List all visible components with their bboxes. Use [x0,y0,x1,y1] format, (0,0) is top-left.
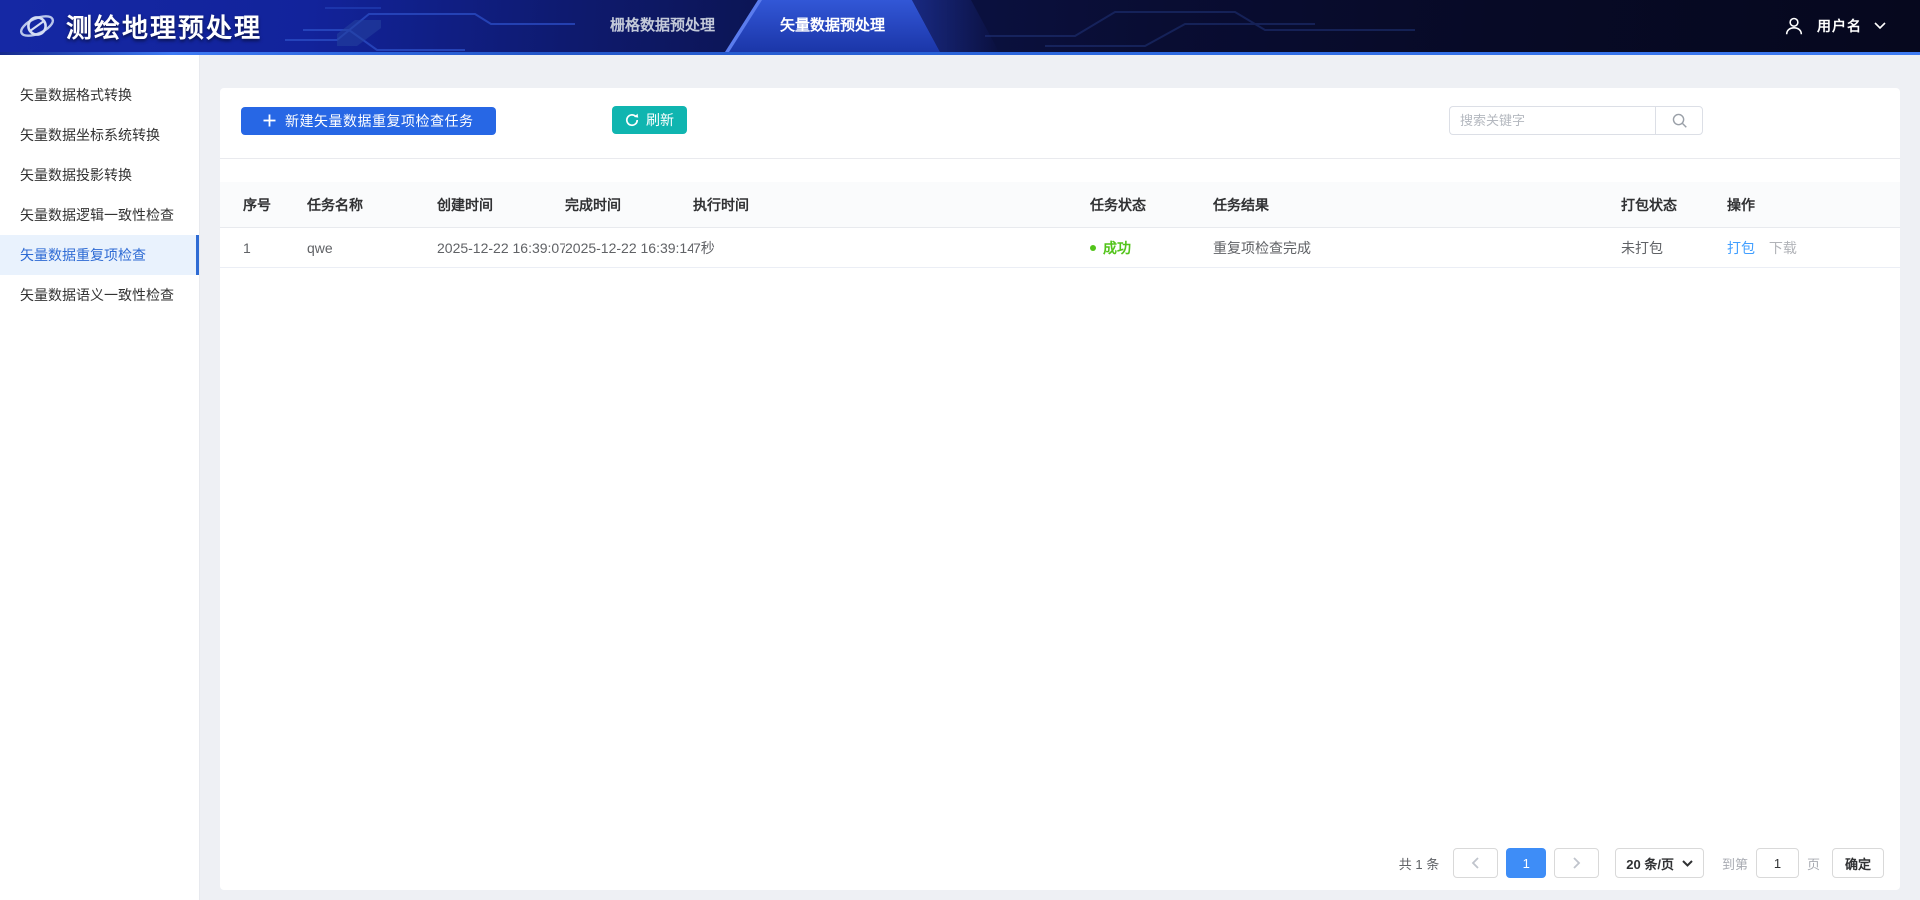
package-link[interactable]: 打包 [1727,240,1755,256]
module-tabs: 栅格数据预处理 矢量数据预处理 [590,0,940,52]
col-task-result: 任务结果 [1213,195,1621,215]
cell-package-status: 未打包 [1621,238,1727,258]
user-name: 用户名 [1817,16,1862,36]
circuit-decoration-right [985,0,1415,52]
tab-vector-preprocess[interactable]: 矢量数据预处理 [725,0,940,52]
cell-actions: 打包 下载 [1727,238,1900,258]
sidebar: 矢量数据格式转换 矢量数据坐标系统转换 矢量数据投影转换 矢量数据逻辑一致性检查… [0,55,200,900]
sidebar-item-coordsys-convert[interactable]: 矢量数据坐标系统转换 [0,115,199,155]
toolbar-divider [220,158,1900,159]
goto-suffix-label: 页 [1807,854,1820,873]
cell-task-status: 成功 [1090,238,1213,258]
main-area: 新建矢量数据重复项检查任务 刷新 [200,55,1920,900]
circuit-decoration-left [285,0,575,52]
col-exec-time: 执行时间 [693,195,1090,215]
app-title: 测绘地理预处理 [66,8,262,45]
col-task-name: 任务名称 [307,195,437,215]
page-size-select[interactable]: 20 条/页 [1615,848,1704,878]
toolbar: 新建矢量数据重复项检查任务 刷新 [220,88,1900,158]
chevron-right-icon [1572,857,1581,869]
cell-task-name: qwe [307,240,437,256]
download-link[interactable]: 下载 [1769,240,1797,256]
col-task-status: 任务状态 [1090,195,1213,215]
goto-prefix-label: 到第 [1722,854,1748,873]
task-table: 序号 任务名称 创建时间 完成时间 执行时间 任务状态 任务结果 打包状态 操作… [220,182,1900,268]
col-package-status: 打包状态 [1621,195,1727,215]
chevron-down-icon [1874,22,1886,30]
col-created-time: 创建时间 [437,195,565,215]
sidebar-item-format-convert[interactable]: 矢量数据格式转换 [0,75,199,115]
content-card: 新建矢量数据重复项检查任务 刷新 [220,88,1900,890]
next-page-button[interactable] [1554,848,1599,878]
user-menu[interactable]: 用户名 [1783,0,1886,52]
pagination: 共 1 条 1 20 条/页 [1399,848,1884,878]
search-icon [1671,112,1688,129]
cell-exec-time: 7秒 [693,238,1090,258]
table-row: 1 qwe 2025-12-22 16:39:07 2025-12-22 16:… [220,228,1900,268]
cell-index: 1 [243,240,307,256]
caret-down-icon [1682,860,1693,867]
sidebar-item-duplicate-check[interactable]: 矢量数据重复项检查 [0,235,199,275]
col-actions: 操作 [1727,195,1900,215]
cell-task-result: 重复项检查完成 [1213,238,1621,258]
confirm-button[interactable]: 确定 [1832,848,1884,878]
refresh-label: 刷新 [646,110,674,130]
cell-created-time: 2025-12-22 16:39:07 [437,240,565,256]
cell-finished-time: 2025-12-22 16:39:14 [565,240,693,256]
active-tab-label: 矢量数据预处理 [780,17,885,34]
sidebar-item-projection-convert[interactable]: 矢量数据投影转换 [0,155,199,195]
table-header-row: 序号 任务名称 创建时间 完成时间 执行时间 任务状态 任务结果 打包状态 操作 [220,182,1900,228]
search-button[interactable] [1655,106,1703,135]
status-badge: 成功 [1103,238,1131,258]
search-group [1449,106,1703,135]
app-logo-icon [18,7,56,45]
plus-icon [263,114,276,127]
col-index: 序号 [243,195,307,215]
sidebar-item-semantic-consistency-check[interactable]: 矢量数据语义一致性检查 [0,275,199,315]
new-task-button[interactable]: 新建矢量数据重复项检查任务 [241,107,496,135]
tab-raster-preprocess[interactable]: 栅格数据预处理 [590,0,735,52]
goto-page-input[interactable] [1756,848,1799,878]
page-size-label: 20 条/页 [1626,854,1674,873]
prev-page-button[interactable] [1453,848,1498,878]
col-finished-time: 完成时间 [565,195,693,215]
total-count: 共 1 条 [1399,854,1439,873]
search-input[interactable] [1449,106,1655,135]
refresh-button[interactable]: 刷新 [612,106,687,134]
sidebar-item-logic-consistency-check[interactable]: 矢量数据逻辑一致性检查 [0,195,199,235]
chevron-left-icon [1471,857,1480,869]
new-task-label: 新建矢量数据重复项检查任务 [285,111,474,131]
refresh-icon [625,113,639,127]
app-header: 测绘地理预处理 栅格数据预处理 矢量数据预处理 用户名 [0,0,1920,52]
current-page-button[interactable]: 1 [1506,848,1546,878]
success-dot-icon [1090,245,1096,251]
user-icon [1783,15,1805,37]
